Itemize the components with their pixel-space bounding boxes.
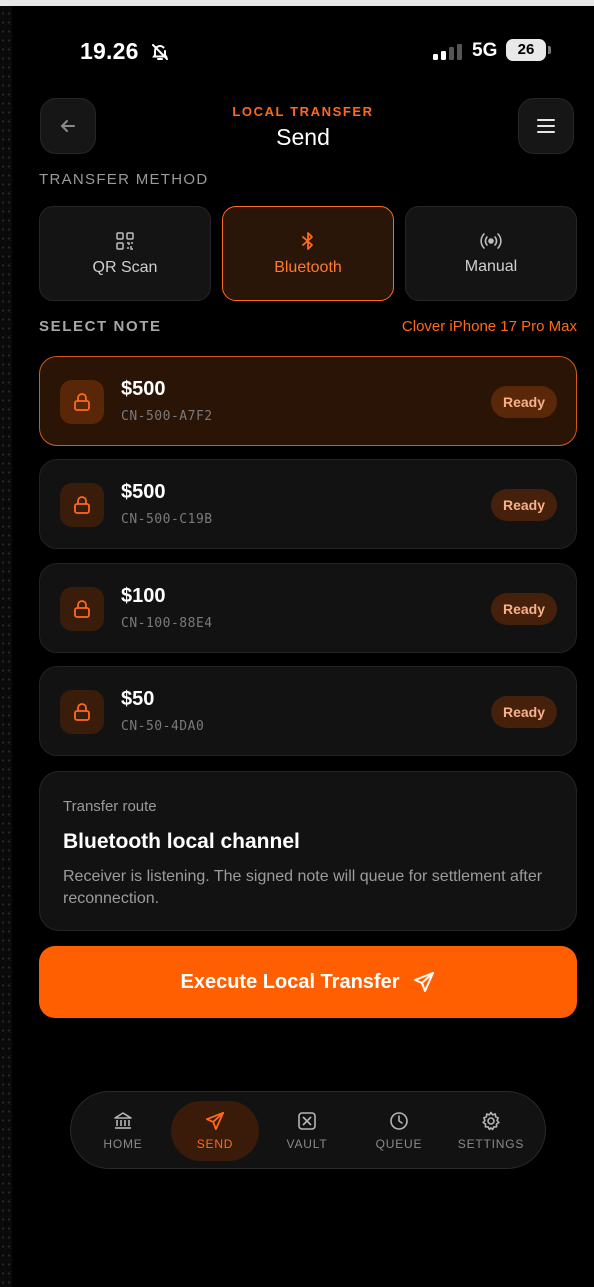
nav-item-settings[interactable]: SETTINGS [447, 1101, 535, 1161]
transfer-route-card: Transfer route Bluetooth local channel R… [39, 771, 577, 931]
lock-icon-badge [60, 690, 104, 734]
method-label: Manual [464, 257, 518, 275]
route-title: Bluetooth local channel [63, 830, 300, 853]
status-badge: Ready [490, 489, 557, 521]
method-manual[interactable]: Manual [405, 206, 577, 301]
note-card[interactable]: $500 CN-500-C19B Ready [39, 459, 577, 549]
method-bluetooth[interactable]: Bluetooth [222, 206, 394, 301]
bank-icon [114, 1112, 132, 1129]
status-time: 19.26 [80, 38, 139, 64]
nav-label: HOME [103, 1137, 143, 1151]
note-code: CN-500-C19B [121, 512, 213, 527]
lock-icon [74, 600, 90, 618]
nav-item-send[interactable]: SEND [171, 1101, 259, 1161]
note-amount: $500 [121, 378, 166, 400]
select-note-label: SELECT NOTE [39, 318, 162, 335]
transfer-method-label: TRANSFER METHOD [39, 171, 209, 188]
note-code: CN-100-88E4 [121, 616, 213, 631]
header-kicker: LOCAL TRANSFER [232, 104, 374, 119]
note-card[interactable]: $500 CN-500-A7F2 Ready [39, 356, 577, 446]
broadcast-icon [480, 232, 502, 249]
qr-code-icon [116, 231, 134, 250]
status-badge: Ready [490, 593, 557, 625]
network-type: 5G [472, 40, 498, 61]
send-icon [205, 1111, 225, 1131]
note-card[interactable]: $100 CN-100-88E4 Ready [39, 563, 577, 653]
route-description: Receiver is listening. The signed note w… [63, 868, 543, 907]
note-amount: $500 [121, 481, 166, 503]
vault-icon [298, 1112, 316, 1130]
nav-item-vault[interactable]: VAULT [263, 1101, 351, 1161]
nav-label: SETTINGS [457, 1137, 525, 1151]
status-bar: 19.26 5G 26 [12, 36, 594, 68]
note-code: CN-50-4DA0 [121, 719, 205, 734]
lock-icon-badge [60, 587, 104, 631]
method-label: QR Scan [92, 258, 158, 276]
menu-icon [537, 119, 555, 133]
nav-label: QUEUE [375, 1137, 423, 1151]
bell-muted-icon [152, 44, 168, 60]
battery-tip [548, 46, 551, 54]
clock-icon [390, 1112, 408, 1130]
nav-item-home[interactable]: HOME [79, 1101, 167, 1161]
execute-label: Execute Local Transfer [180, 970, 400, 993]
note-amount: $100 [121, 585, 166, 607]
status-badge: Ready [490, 386, 557, 418]
lock-icon [74, 393, 90, 411]
note-card[interactable]: $50 CN-50-4DA0 Ready [39, 666, 577, 756]
bluetooth-icon [302, 231, 313, 250]
page-title: Send [276, 124, 330, 150]
menu-button[interactable] [518, 98, 574, 154]
device-frame: 19.26 5G 26 LOCAL TRANSFER Send TRANSFER… [0, 0, 594, 1287]
phone-screen: 19.26 5G 26 LOCAL TRANSFER Send TRANSFER… [12, 6, 594, 1287]
lock-icon [74, 496, 90, 514]
route-kicker: Transfer route [63, 798, 157, 815]
note-code: CN-500-A7F2 [121, 409, 213, 424]
bottom-nav: HOME SEND VAULT QUEUE SETTINGS [70, 1091, 546, 1169]
device-name[interactable]: Clover iPhone 17 Pro Max [402, 318, 577, 335]
send-icon [414, 972, 435, 992]
note-amount: $50 [121, 688, 155, 710]
lock-icon-badge [60, 380, 104, 424]
lock-icon [74, 703, 90, 721]
battery-level: 26 [506, 39, 546, 61]
method-qr-scan[interactable]: QR Scan [39, 206, 211, 301]
status-badge: Ready [490, 696, 557, 728]
frame-edge [0, 0, 12, 1287]
method-label: Bluetooth [274, 258, 342, 276]
nav-label: SEND [196, 1137, 234, 1151]
nav-item-queue[interactable]: QUEUE [355, 1101, 443, 1161]
gear-icon [482, 1111, 500, 1131]
signal-icon [433, 44, 462, 60]
nav-label: VAULT [286, 1137, 328, 1151]
execute-transfer-button[interactable]: Execute Local Transfer [39, 946, 577, 1018]
lock-icon-badge [60, 483, 104, 527]
